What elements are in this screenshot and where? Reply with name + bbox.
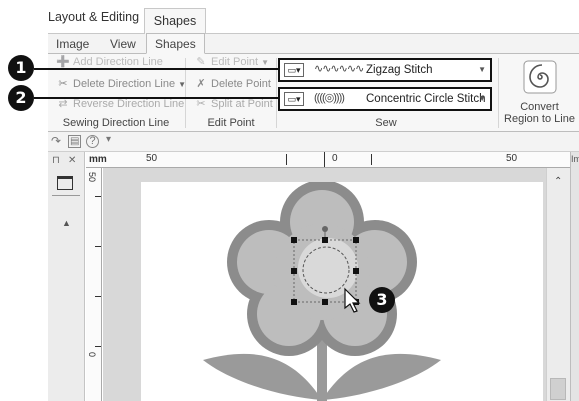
callout-badge-2: 2 [8,85,34,111]
split-point-icon: ✂ [196,98,206,110]
flower-leaf-right [322,353,441,400]
view-icon[interactable]: ▤ [68,135,82,148]
help-icon[interactable]: ? [86,135,99,148]
ribbon-tab-row: Image View Shapes [48,33,579,54]
tab-shapes[interactable]: Shapes [146,33,205,54]
scroll-up-arrow-icon[interactable]: ⌃ [554,176,562,187]
ruler-mark [286,154,287,165]
group-label-sew: Sew [375,117,397,129]
right-panel-tab-label[interactable]: Im [571,154,579,164]
line-sew-type-selector[interactable]: ▭▾ ∿∿∿∿∿∿ Zigzag Stitch ▼ [278,58,492,82]
line-stitch-label: Zigzag Stitch [366,64,433,76]
quick-access-bar: ↷ ▤ ? ▾ [48,132,579,152]
chevron-down-icon: ▼ [478,94,486,103]
edit-point-button[interactable]: ✎ Edit Point ▼ [194,56,269,68]
ruler-origin-mark [324,152,325,167]
delete-direction-icon: ✂ [58,78,68,90]
ruler-tick-label: 50 [146,153,158,164]
callout-badge-1: 1 [8,55,34,81]
close-icon[interactable]: ✕ [68,155,76,166]
context-tab-row: Layout & Editing Shapes [48,0,579,34]
ribbon-panel: ➕ Add Direction Line ✂ Delete Direction … [48,54,579,132]
tab-image[interactable]: Image [56,37,89,51]
zigzag-stitch-icon: ∿∿∿∿∿∿ [314,63,364,75]
flower-leaf-left [203,353,322,400]
panel-divider [52,195,80,196]
vertical-scrollbar[interactable]: ⌃ [546,168,570,401]
spiral-icon [523,60,556,94]
rotate-handle [322,226,328,232]
callout-line-1 [34,68,278,70]
customize-dropdown-icon[interactable]: ▾ [106,134,111,145]
ruler-mark [95,196,101,197]
context-tab-shapes[interactable]: Shapes [144,8,206,34]
ruler-tick-label: 0 [87,352,97,358]
ruler-tick-label: 0 [332,153,338,164]
left-tool-panel: ⊓ ✕ ▲ [48,152,85,401]
region-color-icon: ▭▾ [284,92,304,106]
split-at-point-button[interactable]: ✂ Split at Point [194,98,272,110]
concentric-circle-stitch-icon: ((((◎)))) [314,92,345,104]
tab-view[interactable]: View [110,37,136,51]
group-label-sewing-direction: Sewing Direction Line [62,117,170,129]
add-direction-icon: ➕ [56,56,70,68]
vertical-ruler: 50 0 [86,168,102,401]
pin-icon[interactable]: ⊓ [52,155,60,166]
line-color-icon: ▭▾ [284,63,304,77]
scroll-up-icon[interactable]: ▲ [62,218,71,228]
horizontal-ruler: mm 50 0 50 [86,152,570,168]
ruler-mark [371,154,372,165]
convert-region-to-line-button[interactable]: Convert Region to Line [500,56,579,126]
design-canvas[interactable] [103,168,546,401]
convert-label-line1: Convert [520,101,559,113]
add-direction-line-button[interactable]: ➕ Add Direction Line [56,56,163,68]
design-page[interactable] [141,182,543,401]
ruler-unit: mm [89,154,107,165]
convert-label-line2: Region to Line [504,113,575,125]
shape-tool-icon[interactable] [57,176,73,190]
reverse-direction-line-button[interactable]: ⇄ Reverse Direction Line [56,98,184,110]
reverse-direction-icon: ⇄ [58,98,68,110]
ruler-tick-label: 50 [506,153,518,164]
ruler-mark [95,246,101,247]
region-stitch-label: Concentric Circle Stitch [366,93,486,105]
callout-line-2 [34,97,278,99]
scrollbar-thumb[interactable] [550,378,566,400]
callout-badge-3: 3 [369,287,395,313]
delete-point-icon: ✗ [196,78,206,90]
edit-point-icon: ✎ [196,56,206,68]
redo-icon[interactable]: ↷ [51,134,61,148]
right-panel-edge: Im [570,152,579,401]
group-label-edit-point: Edit Point [207,117,255,129]
context-group-label: Layout & Editing [48,10,140,24]
region-sew-type-selector[interactable]: ▭▾ ((((◎)))) Concentric Circle Stitch ▼ [278,87,492,111]
delete-direction-line-button[interactable]: ✂ Delete Direction Line ▼ [56,78,186,90]
delete-point-button[interactable]: ✗ Delete Point [194,78,271,90]
ruler-mark [95,296,101,297]
ruler-tick-label: 50 [87,172,97,183]
ruler-mark [95,346,101,347]
flower-design[interactable] [141,182,543,401]
chevron-down-icon: ▼ [261,57,270,67]
group-divider [498,58,499,128]
chevron-down-icon: ▼ [478,65,486,74]
